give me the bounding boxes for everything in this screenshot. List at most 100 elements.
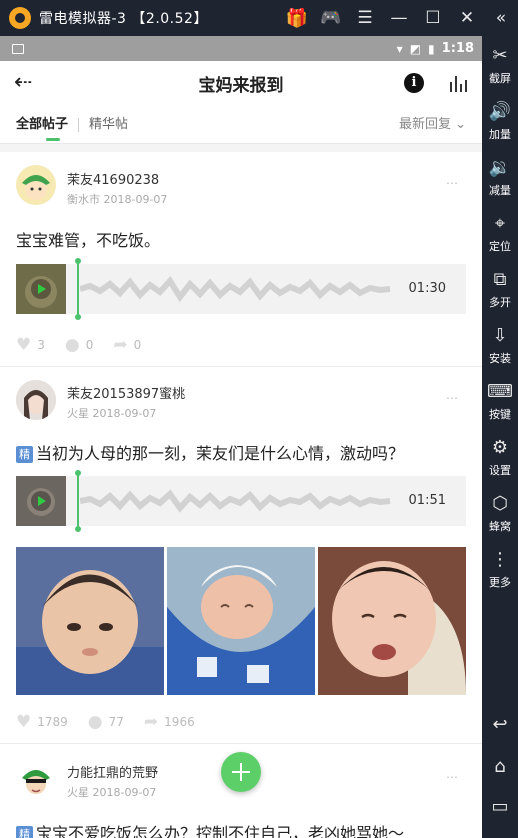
sidebar-item-keys[interactable]: ⌨ 按键 [482,380,518,422]
gamepad-icon[interactable]: 🎮 [314,0,348,36]
emulator-titlebar: 雷电模拟器-3 【2.0.52】 🎁 🎮 ☰ — ☐ ✕ « [0,0,518,36]
audio-duration: 01:51 [408,493,446,508]
gallery-notification-icon [12,43,24,54]
stats-icon[interactable] [450,74,468,92]
heart-icon: ♥ [16,335,32,355]
tab-all-posts[interactable]: 全部帖子 [0,106,68,144]
audio-thumbnail [16,264,66,314]
post-actions: ♥ 1789 ● 77 ➦ 1966 [16,712,215,732]
scissors-icon: ✂ [492,45,508,66]
like-button[interactable]: ♥ 3 [16,335,45,355]
app-bar: ⇠ 宝妈来报到 i [0,61,482,106]
chevron-down-icon: ⌄ [455,117,466,132]
sidebar-item-more[interactable]: ⋮ 更多 [482,548,518,590]
post-text[interactable]: 精宝宝不爱吃饭怎么办？控制不住自己，老凶她骂她～ [16,820,404,838]
avatar[interactable] [16,380,56,420]
android-screen: ▾ ◩ ▮ 1:18 ⇠ 宝妈来报到 i 全部帖子 精华帖 最新回复 ⌄ 茉友4… [0,36,482,838]
back-nav-icon[interactable]: ↩ [482,714,518,735]
post-text[interactable]: 宝宝难管，不吃饭。 [16,227,160,251]
gear-icon: ⚙ [491,437,509,458]
sidebar-item-multi[interactable]: ⧉ 多开 [482,268,518,310]
maximize-button[interactable]: ☐ [416,0,450,36]
back-arrow-icon[interactable]: ⇠ [14,71,32,95]
hive-icon: ⬡ [492,493,508,514]
status-time: 1:18 [441,41,474,56]
share-button[interactable]: ➦ 1966 [144,712,195,732]
new-post-button[interactable] [221,752,261,792]
comment-button[interactable]: ● 0 [65,335,93,355]
post-photo[interactable] [167,547,315,695]
sidebar-item-settings[interactable]: ⚙ 设置 [482,436,518,478]
location-pin-icon: ⌖ [494,213,506,234]
heart-icon: ♥ [16,712,32,732]
post-photo[interactable] [16,547,164,695]
share-arrow-icon: ➦ [143,712,159,732]
status-bar: ▾ ◩ ▮ 1:18 [0,36,482,61]
comment-bubble-icon: ● [64,335,80,355]
more-options-icon[interactable]: ⋯ [446,176,459,190]
close-button[interactable]: ✕ [450,0,484,36]
keyboard-icon: ⌨ [487,381,513,402]
volume-up-icon: 🔊 [488,101,512,122]
sidebar-item-install[interactable]: ⇩ 安装 [482,324,518,366]
emulator-logo-icon [9,7,31,29]
section-gap [0,144,482,152]
gift-icon[interactable]: 🎁 [280,0,314,36]
avatar[interactable] [16,758,56,798]
more-dots-icon: ⋮ [491,549,509,570]
share-button[interactable]: ➦ 0 [113,335,141,355]
emulator-sidebar: ✂ 截屏 🔊 加量 🔉 减量 ⌖ 定位 ⧉ 多开 ⇩ 安装 ⌨ 按键 ⚙ 设置 ⬡ 蜂窝 ⋮ 更多 … [482,36,518,838]
sidebar-item-screenshot[interactable]: ✂ 截屏 [482,44,518,86]
play-icon[interactable] [31,491,51,511]
featured-badge: 精 [16,826,33,838]
post-meta: 衡水市 2018-09-07 [67,193,168,206]
avatar[interactable] [16,165,56,205]
sidebar-item-hive[interactable]: ⬡ 蜂窝 [482,492,518,534]
apk-install-icon: ⇩ [492,325,508,346]
post-actions: ♥ 3 ● 0 ➦ 0 [16,335,161,355]
recents-nav-icon[interactable]: ▭ [482,796,518,817]
multi-window-icon: ⧉ [493,269,507,290]
comment-bubble-icon: ● [87,712,103,732]
share-arrow-icon: ➦ [113,335,128,355]
menu-icon[interactable]: ☰ [348,0,382,36]
volume-down-icon: 🔉 [488,157,512,178]
tab-bar: 全部帖子 精华帖 最新回复 ⌄ [0,106,482,144]
audio-progress-marker[interactable] [75,258,81,320]
wifi-icon: ▾ [396,41,403,56]
featured-badge: 精 [16,446,33,463]
post-item[interactable]: 茉友41690238 衡水市 2018-09-07 ⋯ 宝宝难管，不吃饭。 01… [0,152,482,367]
audio-thumbnail [16,476,66,526]
minimize-button[interactable]: — [382,0,416,36]
audio-player[interactable]: 01:30 [16,258,466,320]
sidebar-item-location[interactable]: ⌖ 定位 [482,212,518,254]
post-meta: 火星 2018-09-07 [67,407,157,420]
sidebar-item-volume-down[interactable]: 🔉 减量 [482,156,518,198]
waveform [80,489,391,513]
comment-button[interactable]: ● 77 [88,712,124,732]
sort-label: 最新回复 [398,117,451,132]
play-icon[interactable] [31,279,51,299]
tab-featured[interactable]: 精华帖 [79,106,128,144]
audio-duration: 01:30 [408,281,446,296]
info-icon[interactable]: i [404,73,424,93]
battery-icon: ▮ [428,41,435,56]
audio-player[interactable]: 01:51 [16,470,466,532]
post-author[interactable]: 茉友20153897蜜桃 [67,383,185,402]
audio-progress-marker[interactable] [75,470,81,532]
no-sim-icon: ◩ [409,41,422,56]
home-nav-icon[interactable]: ⌂ [482,756,518,777]
post-author[interactable]: 茉友41690238 [67,169,159,188]
more-options-icon[interactable]: ⋯ [446,770,459,784]
post-text[interactable]: 精当初为人母的那一刻，茉友们是什么心情，激动吗？ [16,440,404,464]
post-photo[interactable] [318,547,466,695]
waveform [80,276,391,303]
post-author[interactable]: 力能扛鼎的荒野 [67,762,158,781]
sort-dropdown[interactable]: 最新回复 ⌄ [399,106,466,144]
post-meta: 火星 2018-09-07 [67,786,157,799]
more-options-icon[interactable]: ⋯ [446,391,459,405]
like-button[interactable]: ♥ 1789 [16,712,68,732]
collapse-sidebar-icon[interactable]: « [484,0,518,36]
post-item[interactable]: 茉友20153897蜜桃 火星 2018-09-07 ⋯ 精当初为人母的那一刻，… [0,367,482,744]
sidebar-item-volume-up[interactable]: 🔊 加量 [482,100,518,142]
